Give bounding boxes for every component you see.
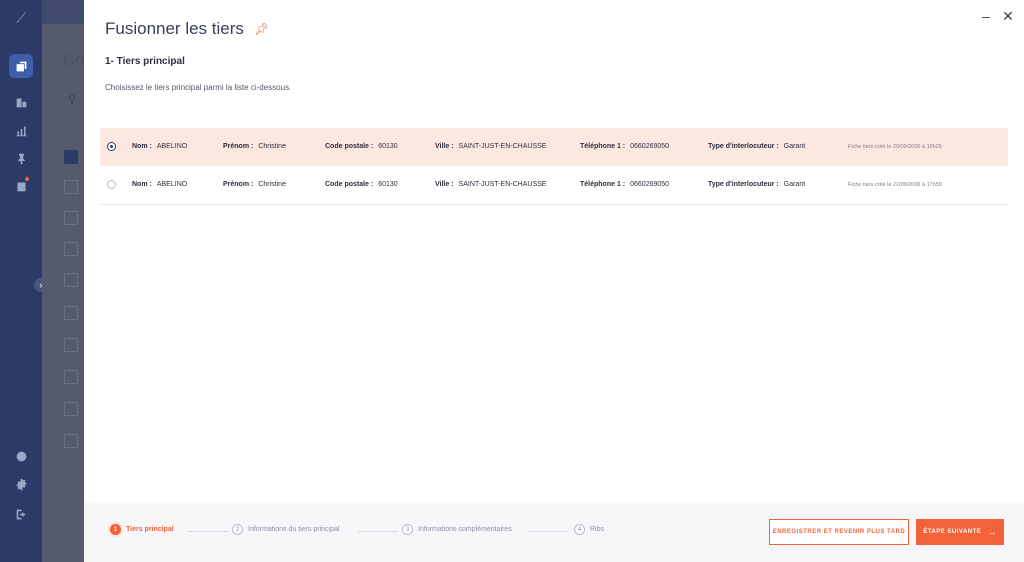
step-connector (528, 531, 568, 532)
step-connector (188, 531, 228, 532)
next-step-button[interactable]: ÉTAPE SUIVANTE → (916, 519, 1004, 545)
background-page-title: Co (63, 50, 85, 69)
code-postal-field: Code postale :60130 (325, 143, 398, 150)
section-description: Choisissez le tiers principal parmi la l… (105, 83, 292, 92)
background-checkbox (64, 273, 78, 287)
background-checkbox (64, 180, 78, 194)
step-number: 2 (232, 524, 243, 535)
step-label: Ribs (590, 526, 605, 533)
step-number: 1 (110, 524, 121, 535)
app-logo-icon: ⟋ (16, 10, 26, 26)
step-ribs[interactable]: 4 Ribs (574, 524, 604, 535)
modal-footer: 1 Tiers principal 2 Informations du tier… (84, 502, 1024, 562)
nav-buildings-icon[interactable] (9, 90, 33, 114)
background-checkbox (64, 434, 78, 448)
background-header (42, 0, 84, 24)
background-checkbox (64, 370, 78, 384)
background-checkbox (64, 402, 78, 416)
telephone-field: Téléphone 1 :0660269050 (580, 143, 670, 150)
background-checkbox (64, 338, 78, 352)
background-checkbox (64, 211, 78, 225)
nav-pin-icon[interactable] (9, 146, 33, 170)
tiers-radio-selected[interactable] (107, 142, 116, 151)
step-label: Informations du tiers principal (248, 526, 340, 533)
help-icon[interactable] (9, 444, 33, 468)
nav-chart-icon[interactable] (9, 118, 33, 142)
telephone-field: Téléphone 1 :0660269050 (580, 181, 670, 188)
pin-icon[interactable]: 📌︎ (254, 22, 269, 36)
step-informations-tiers[interactable]: 2 Informations du tiers principal (232, 524, 339, 535)
step-label: Tiers principal (126, 526, 174, 533)
modal-title: Fusionner les tiers (105, 19, 244, 38)
settings-gear-icon[interactable] (9, 472, 33, 496)
ville-field: Ville : SAINT-JUST-EN-CHAUSSE (435, 181, 547, 188)
background-page: Co ⚲ (42, 0, 85, 562)
minimize-icon[interactable]: – (980, 9, 992, 23)
nom-field: Nom : ABELINO (132, 181, 188, 188)
background-checkbox (64, 306, 78, 320)
background-checkbox (64, 150, 78, 164)
background-checkbox (64, 242, 78, 256)
tiers-list: Nom : ABELINO Prénom : Christine Code post… (100, 128, 1008, 205)
notification-dot (25, 177, 29, 181)
step-number: 4 (574, 524, 585, 535)
step-label: Informations complémentaires (418, 526, 512, 533)
merge-tiers-modal: Fusionner les tiers 📌︎ – ✕ 1- Tiers prin… (84, 0, 1024, 562)
tiers-row[interactable]: Nom : ABELINO Prénom : Christine Code post… (100, 166, 1008, 205)
ville-field: Ville : SAINT-JUST-EN-CHAUSSE (435, 143, 547, 150)
step-connector (358, 531, 398, 532)
nom-field: Nom : ABELINO (132, 143, 188, 150)
save-and-return-later-button[interactable]: ENREGISTRER ET REVENIR PLUS TARD (769, 519, 909, 545)
code-postal-field: Code postale :60130 (325, 181, 398, 188)
type-interlocuteur-field: Type d'interlocuteur : Garant (708, 143, 806, 150)
nav-contacts-icon[interactable] (9, 54, 33, 78)
type-interlocuteur-field: Type d'interlocuteur : Garant (708, 181, 806, 188)
prenom-field: Prénom : Christine (223, 181, 286, 188)
nav-tasks-icon[interactable] (9, 174, 33, 198)
arrow-right-icon: → (987, 527, 997, 537)
prenom-field: Prénom : Christine (223, 143, 286, 150)
creation-meta: Fiche tiers créé le 20/09/2006 à 16h26 (848, 144, 942, 150)
window-controls: – ✕ (980, 9, 1014, 23)
tiers-row[interactable]: Nom : ABELINO Prénom : Christine Code post… (100, 128, 1008, 166)
tiers-radio[interactable] (107, 180, 116, 189)
logout-icon[interactable] (9, 502, 33, 526)
step-tiers-principal[interactable]: 1 Tiers principal (110, 524, 174, 535)
next-step-label: ÉTAPE SUIVANTE (923, 529, 982, 535)
step-informations-complementaires[interactable]: 3 Informations complémentaires (402, 524, 512, 535)
creation-meta: Fiche tiers créé le 22/09/2006 à 17h59 (848, 182, 942, 188)
step-number: 3 (402, 524, 413, 535)
background-search-icon: ⚲ (68, 94, 77, 106)
section-title: 1- Tiers principal (105, 56, 185, 67)
close-icon[interactable]: ✕ (1002, 9, 1014, 23)
